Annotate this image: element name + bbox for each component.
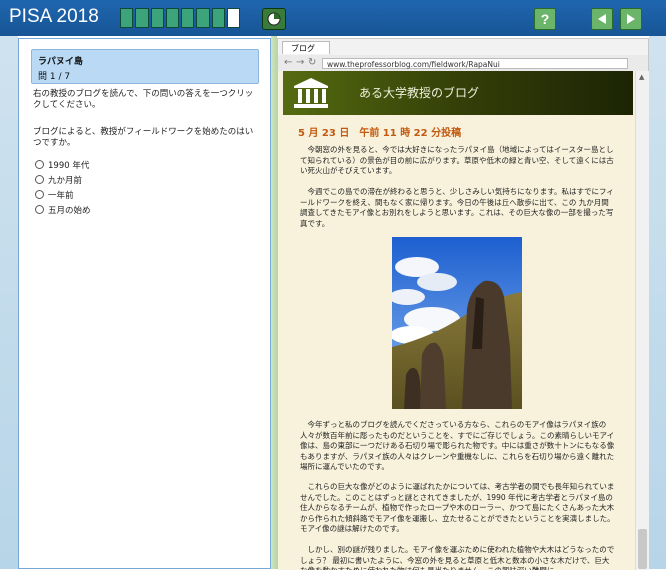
browser-panel: ブログ ← → ↻ www.theprofessorblog.com/field… (277, 38, 649, 570)
option-label: 1990 年代 (48, 160, 90, 171)
radio-icon[interactable] (35, 175, 44, 184)
back-button[interactable] (591, 8, 613, 30)
question-panel: ラパヌイ島 問 1 / 7 右の教授のブログを読んで、下の問いの答えを一つクリッ… (18, 38, 271, 569)
radio-icon[interactable] (35, 190, 44, 199)
paragraph-1: 今朝窓の外を見ると、今では大好きになったラパヌイ島（地域によってはイースター島と… (300, 145, 614, 175)
tab-blog[interactable]: ブログ (282, 41, 330, 54)
progress-segment (135, 8, 149, 28)
answer-options: 1990 年代 九か月前 一年前 五月の始め (35, 157, 91, 217)
back-arrow-icon[interactable]: ← (284, 57, 292, 68)
option-label: 五月の始め (48, 205, 91, 216)
paragraph-3: 今年ずっと私のブログを読んでくださっている方なら、これらのモアイ像はラパヌイ族の… (300, 420, 615, 471)
triangle-right-icon (627, 14, 635, 24)
university-building-icon (294, 78, 328, 108)
blog-banner: ある大学教授のブログ (283, 71, 633, 115)
triangle-left-icon (598, 14, 606, 24)
option-2[interactable]: 九か月前 (35, 172, 91, 187)
page-scrollbar[interactable]: ▲ (635, 71, 649, 570)
help-button[interactable]: ? (534, 8, 556, 30)
moai-photo (392, 237, 522, 409)
question-text: ブログによると、教授がフィールドワークを始めたのはいつですか。 (33, 127, 254, 148)
scroll-up-icon[interactable]: ▲ (639, 73, 644, 81)
option-label: 一年前 (48, 190, 74, 201)
timer-icon[interactable] (262, 8, 286, 30)
instruction-text: 右の教授のブログを読んで、下の問いの答えを一つクリックしてください。 (33, 89, 254, 110)
question-count: 問 1 / 7 (38, 72, 71, 82)
unit-header: ラパヌイ島 問 1 / 7 (31, 49, 259, 84)
option-3[interactable]: 一年前 (35, 187, 91, 202)
blog-page: ある大学教授のブログ 5 月 23 日 午前 11 時 22 分投稿 今朝窓の外… (278, 71, 648, 570)
url-field[interactable]: www.theprofessorblog.com/fieldwork/RapaN… (322, 58, 628, 69)
progress-segment (226, 8, 240, 28)
unit-title: ラパヌイ島 (38, 57, 83, 67)
progress-segment (211, 8, 225, 28)
progress-segment (196, 8, 210, 28)
forward-arrow-icon[interactable]: → (296, 57, 304, 68)
address-bar-row: ← → ↻ www.theprofessorblog.com/fieldwork… (278, 55, 648, 71)
option-1[interactable]: 1990 年代 (35, 157, 91, 172)
post-date: 5 月 23 日 午前 11 時 22 分投稿 (298, 128, 462, 139)
tab-row: ブログ (278, 39, 648, 56)
top-bar: PISA 2018 ? (0, 0, 666, 36)
paragraph-2: 今週でこの島での滞在が終わると思うと、少しさみしい気持ちになります。私はすでにフ… (300, 187, 614, 228)
progress-segment (181, 8, 195, 28)
paragraph-4: これらの巨大な像がどのように運ばれたかについては、考古学者の間でも長年知られてい… (300, 482, 615, 533)
right-margin (649, 36, 666, 569)
progress-segment (150, 8, 164, 28)
app-title: PISA 2018 (9, 6, 99, 27)
radio-icon[interactable] (35, 205, 44, 214)
option-label: 九か月前 (48, 175, 83, 186)
refresh-icon[interactable]: ↻ (308, 57, 316, 68)
progress-bar (120, 8, 240, 28)
progress-segment (120, 8, 134, 28)
left-margin (0, 36, 18, 569)
radio-icon[interactable] (35, 160, 44, 169)
progress-segment (165, 8, 179, 28)
option-4[interactable]: 五月の始め (35, 202, 91, 217)
help-label: ? (540, 11, 550, 27)
forward-button[interactable] (620, 8, 642, 30)
paragraph-5: しかし、別の謎が残りました。モアイ像を運ぶために使われた植物や大木はどうなったの… (300, 545, 615, 570)
blog-title: ある大学教授のブログ (359, 86, 480, 100)
scroll-thumb[interactable] (638, 529, 647, 569)
